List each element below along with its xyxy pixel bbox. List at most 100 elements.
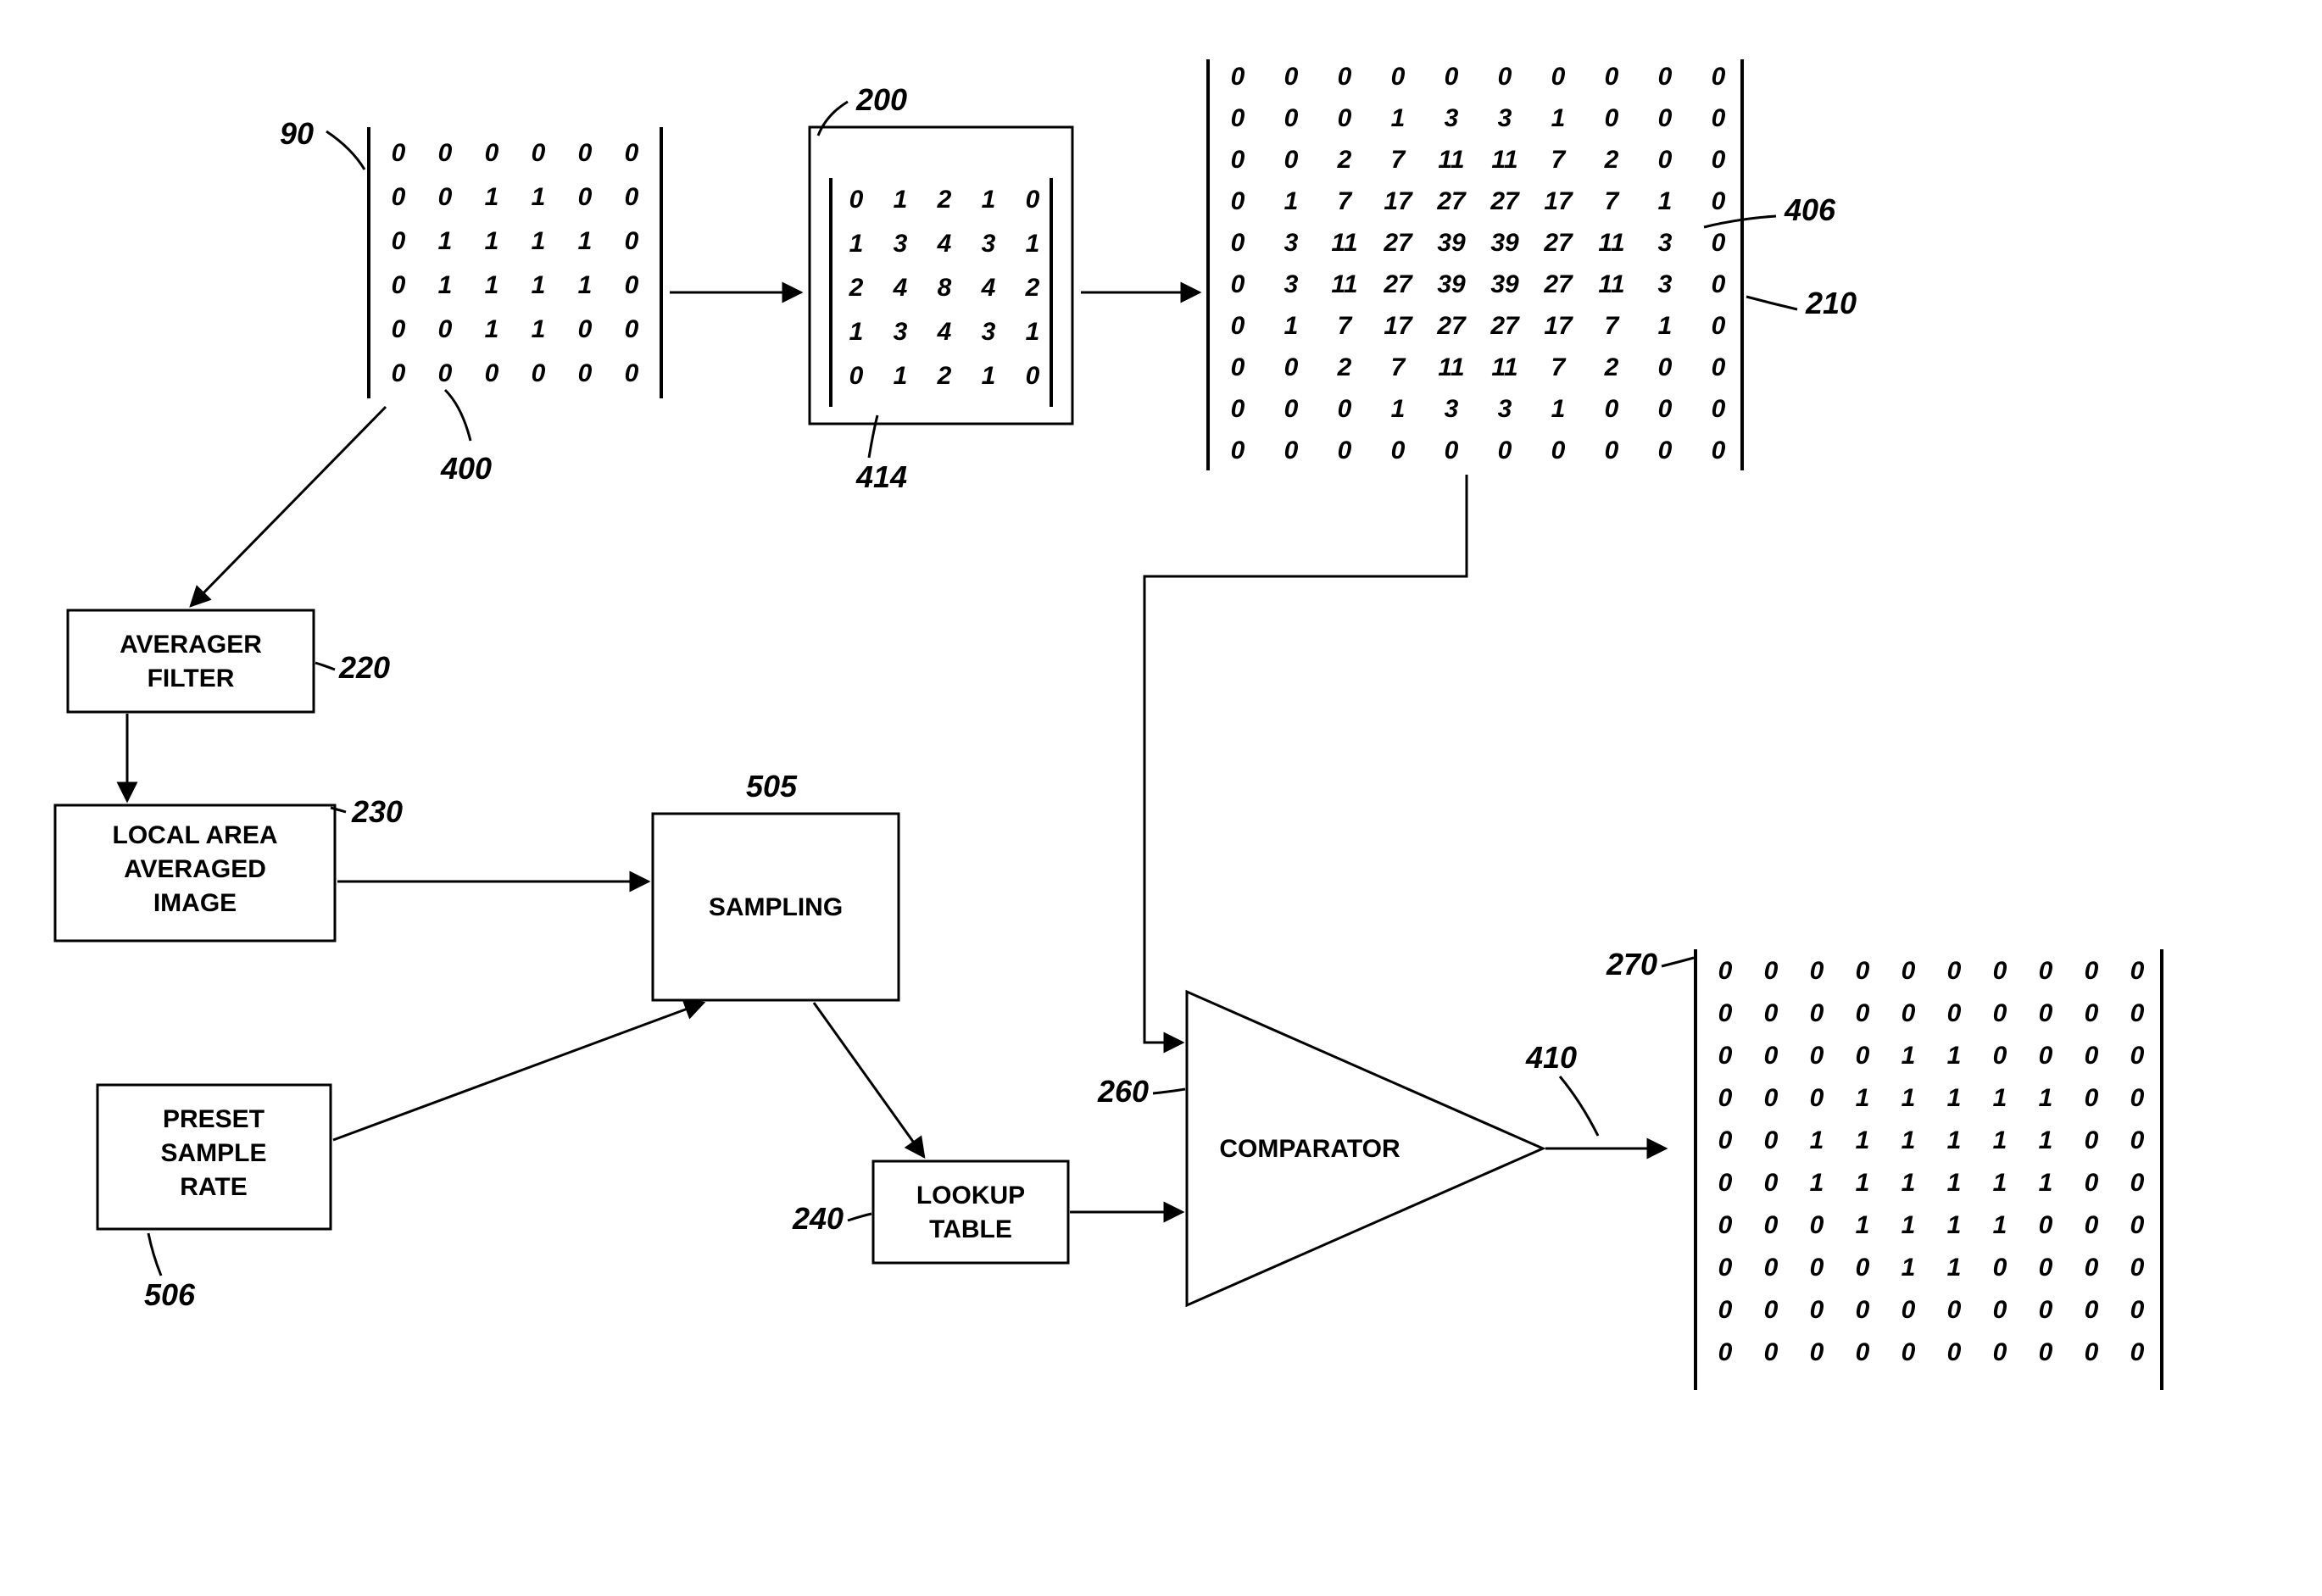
label-90: 90 [280, 116, 314, 151]
matrix-cell: 0 [578, 139, 593, 167]
matrix-cell: 0 [1718, 1042, 1733, 1070]
matrix-cell: 1 [1856, 1169, 1870, 1197]
matrix-cell: 0 [1810, 1084, 1824, 1112]
matrix-cell: 0 [1026, 362, 1040, 390]
matrix-cell: 0 [1712, 395, 1726, 423]
label-230: 230 [351, 794, 403, 829]
matrix-cell: 2 [1337, 353, 1352, 381]
matrix-cell: 0 [2130, 1169, 2145, 1197]
matrix-cell: 0 [1764, 999, 1779, 1027]
matrix-cell: 0 [1764, 1211, 1779, 1239]
matrix-cell: 0 [485, 139, 499, 167]
matrix-cell: 0 [1993, 1254, 2007, 1282]
matrix-cell: 1 [1947, 1084, 1962, 1112]
matrix-cell: 1 [1902, 1211, 1916, 1239]
matrix-cell: 1 [1810, 1169, 1824, 1197]
matrix-cell: 1 [894, 362, 908, 390]
label-270: 270 [1606, 947, 1657, 982]
matrix-cell: 0 [1231, 395, 1245, 423]
matrix-cell: 0 [1231, 437, 1245, 464]
matrix-cell: 27 [1383, 229, 1413, 257]
matrix-cell: 0 [1338, 104, 1352, 132]
matrix-cell: 0 [1810, 1296, 1824, 1324]
matrix-cell: 0 [625, 183, 639, 211]
matrix-cell: 1 [1856, 1126, 1870, 1154]
matrix-cell: 1 [1993, 1211, 2007, 1239]
matrix-cell: 1 [1658, 187, 1673, 215]
matrix-cell: 0 [1712, 437, 1726, 464]
matrix-cell: 3 [1445, 395, 1459, 423]
matrix-cell: 1 [1658, 312, 1673, 340]
matrix-cell: 0 [578, 183, 593, 211]
matrix-cell: 0 [1231, 270, 1245, 298]
matrix-cell: 0 [1764, 1169, 1779, 1197]
label-400: 400 [440, 451, 492, 486]
label-406: 406 [1784, 192, 1836, 227]
matrix-cell: 0 [1810, 1211, 1824, 1239]
matrix-cell: 27 [1490, 312, 1520, 340]
matrix-cell: 1 [1947, 1042, 1962, 1070]
matrix-cell: 0 [1764, 957, 1779, 985]
matrix-cell: 17 [1544, 312, 1573, 340]
matrix-cell: 0 [1902, 999, 1916, 1027]
matrix-cell: 0 [2039, 1338, 2053, 1366]
matrix-cell: 1 [485, 271, 499, 299]
matrix-cell: 1 [438, 271, 453, 299]
matrix-cell: 0 [1231, 104, 1245, 132]
matrix-cell: 0 [1856, 1338, 1870, 1366]
matrix-cell: 0 [2085, 1254, 2099, 1282]
matrix-cell: 3 [894, 318, 908, 346]
matrix-cell: 1 [1993, 1084, 2007, 1112]
matrix-cell: 1 [1551, 395, 1566, 423]
label-210: 210 [1805, 286, 1857, 320]
matrix-cell: 0 [1391, 63, 1406, 91]
matrix-cell: 0 [1658, 353, 1673, 381]
matrix-cell: 0 [1947, 1338, 1962, 1366]
matrix-cell: 0 [578, 359, 593, 387]
matrix-cell: 0 [438, 315, 453, 343]
matrix-cell: 0 [1231, 312, 1245, 340]
matrix-cell: 0 [1947, 1296, 1962, 1324]
matrix-cell: 0 [1810, 1042, 1824, 1070]
matrix-cell: 1 [982, 362, 996, 390]
matrix-cell: 11 [1598, 229, 1624, 257]
matrix-cell: 1 [532, 183, 546, 211]
matrix-cell: 4 [893, 274, 908, 302]
label-220: 220 [338, 650, 390, 685]
matrix-cell: 0 [1902, 1296, 1916, 1324]
matrix-cell: 0 [1231, 353, 1245, 381]
matrix-cell: 0 [1764, 1084, 1779, 1112]
matrix-cell: 0 [1718, 1296, 1733, 1324]
matrix-cell: 0 [392, 315, 406, 343]
matrix-cell: 0 [1764, 1042, 1779, 1070]
matrix-cell: 0 [392, 359, 406, 387]
matrix-cell: 1 [1902, 1042, 1916, 1070]
matrix-cell: 1 [894, 186, 908, 214]
matrix-cell: 0 [1605, 395, 1619, 423]
matrix-cell: 0 [1810, 1338, 1824, 1366]
matrix-cell: 0 [1605, 104, 1619, 132]
matrix-cell: 1 [438, 227, 453, 255]
matrix-cell: 0 [438, 359, 453, 387]
matrix-cell: 0 [392, 227, 406, 255]
matrix-cell: 0 [2039, 1042, 2053, 1070]
matrix-cell: 0 [1284, 395, 1299, 423]
matrix-cell: 0 [2085, 1084, 2099, 1112]
matrix-cell: 0 [2130, 1126, 2145, 1154]
matrix-cell: 7 [1338, 312, 1353, 340]
matrix-cell: 1 [1993, 1169, 2007, 1197]
matrix-cell: 0 [1658, 395, 1673, 423]
matrix-270: 0000000000000000000000001100000001111100… [1718, 957, 2145, 1366]
matrix-cell: 0 [1856, 1254, 1870, 1282]
matrix-cell: 1 [1902, 1126, 1916, 1154]
matrix-cell: 3 [1284, 229, 1299, 257]
matrix-cell: 0 [625, 315, 639, 343]
matrix-cell: 0 [392, 139, 406, 167]
matrix-cell: 11 [1438, 146, 1464, 174]
matrix-cell: 0 [2085, 1296, 2099, 1324]
matrix-cell: 7 [1391, 353, 1406, 381]
label-410: 410 [1525, 1040, 1577, 1075]
label-260: 260 [1097, 1074, 1149, 1109]
matrix-cell: 1 [485, 315, 499, 343]
matrix-cell: 0 [1856, 1042, 1870, 1070]
